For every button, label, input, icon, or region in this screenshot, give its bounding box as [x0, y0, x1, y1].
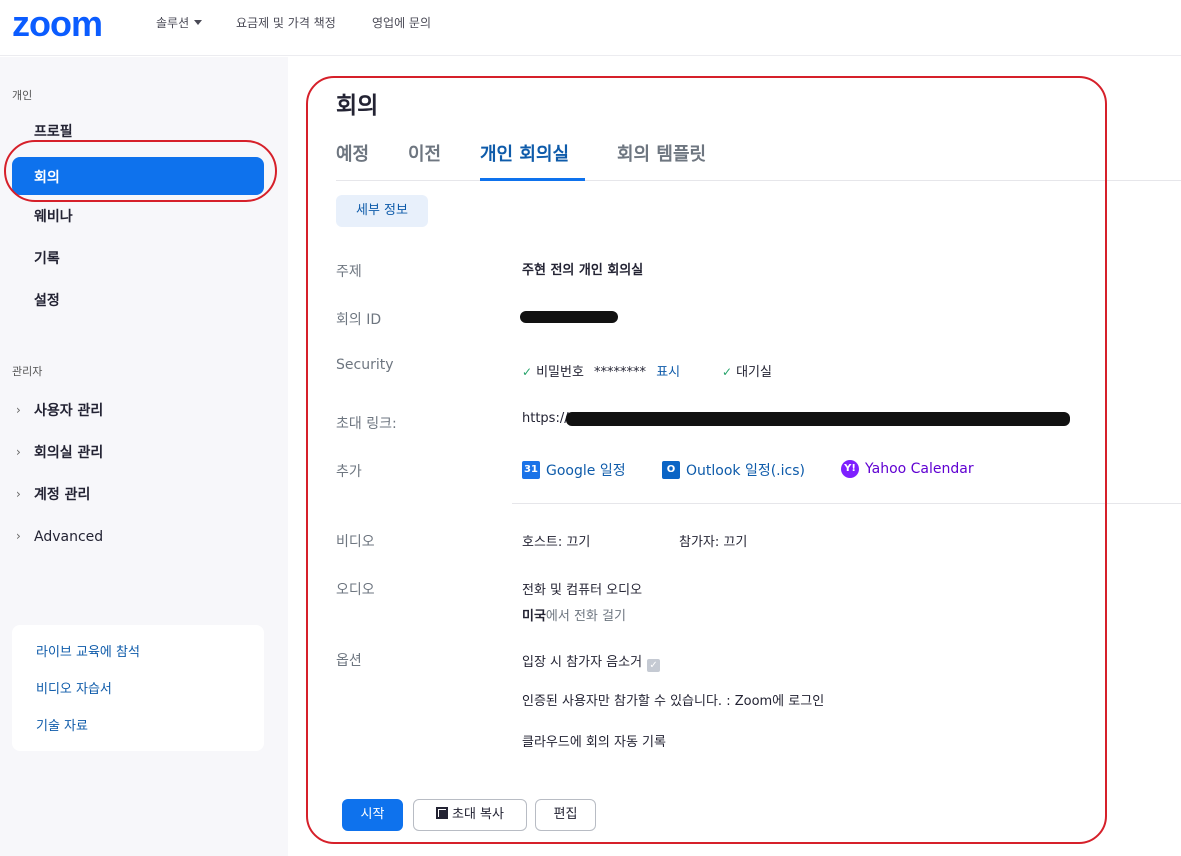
sidebar-item-room-management[interactable]: 회의실 관리 — [34, 444, 103, 462]
chevron-right-icon: › — [16, 445, 21, 459]
yahoo-icon: Y! — [841, 460, 859, 478]
audio-value: 전화 및 컴퓨터 오디오 — [522, 583, 643, 598]
dial-country: 미국 — [522, 609, 546, 624]
tab-divider — [336, 180, 1181, 181]
top-nav-bar: zoom 솔루션 요금제 및 가격 책정 영업에 문의 — [0, 0, 1181, 56]
copy-invitation-label: 초대 복사 — [452, 807, 504, 822]
sidebar-item-meetings[interactable]: 회의 — [12, 157, 264, 195]
sidebar-item-settings[interactable]: 설정 — [34, 292, 60, 310]
passcode-value: ******** — [594, 365, 647, 380]
option-mute-on-entry: 입장 시 참가자 음소거 ✓ — [522, 651, 661, 672]
tab-personal-room[interactable]: 개인 회의실 — [480, 144, 569, 166]
video-host-value: 호스트: 끄기 — [522, 535, 591, 550]
dial-from-text: 에서 전화 걸기 — [545, 609, 626, 624]
redacted-invite-link — [566, 412, 1070, 426]
link-video-tutorials[interactable]: 비디오 자습서 — [36, 678, 112, 697]
invite-link-value[interactable]: https:// — [522, 411, 569, 426]
chevron-right-icon: › — [16, 529, 21, 543]
add-calendar-label: 추가 — [336, 464, 362, 480]
outlook-icon: O — [662, 461, 680, 479]
option-mute-on-entry-label: 입장 시 참가자 음소거 — [522, 655, 643, 670]
option-authenticated-only: 인증된 사용자만 참가할 수 있습니다. : Zoom에 로그인 — [522, 694, 825, 709]
sidebar-item-account-management[interactable]: 계정 관리 — [34, 486, 90, 504]
passcode-row: ✓ 비밀번호 ******** 표시 — [522, 361, 680, 380]
help-resources-box: 라이브 교육에 참석 비디오 자습서 기술 자료 — [12, 625, 264, 751]
invite-link-label: 초대 링크: — [336, 416, 397, 432]
topic-label: 주제 — [336, 264, 362, 280]
link-knowledge-base[interactable]: 기술 자료 — [36, 715, 88, 734]
sidebar-item-user-management[interactable]: 사용자 관리 — [34, 402, 103, 420]
nav-contact-sales[interactable]: 영업에 문의 — [372, 15, 431, 31]
waiting-room-label: 대기실 — [736, 365, 772, 380]
tab-upcoming[interactable]: 예정 — [336, 144, 369, 166]
waiting-room-row: ✓ 대기실 — [722, 361, 772, 380]
chevron-right-icon: › — [16, 487, 21, 501]
nav-solutions[interactable]: 솔루션 — [156, 15, 203, 31]
show-passcode-link[interactable]: 표시 — [656, 365, 680, 380]
nav-solutions-label: 솔루션 — [156, 16, 190, 30]
google-calendar-label: Google 일정 — [546, 463, 626, 479]
checkmark-icon: ✓ — [722, 365, 733, 379]
sidebar-heading-admin: 관리자 — [12, 365, 43, 378]
redacted-meeting-id — [520, 311, 618, 323]
yahoo-calendar-label: Yahoo Calendar — [865, 461, 974, 477]
zoom-logo[interactable]: zoom — [12, 4, 103, 44]
sidebar-item-webinars[interactable]: 웨비나 — [34, 208, 73, 226]
google-calendar-icon: 31 — [522, 461, 540, 479]
sidebar-heading-personal: 개인 — [12, 89, 33, 102]
dial-from-row: 미국에서 전화 걸기 — [522, 605, 626, 624]
tab-previous[interactable]: 이전 — [408, 144, 441, 166]
outlook-calendar-label: Outlook 일정(.ics) — [686, 463, 805, 479]
meeting-id-label: 회의 ID — [336, 312, 382, 328]
yahoo-calendar-link[interactable]: Y! Yahoo Calendar — [841, 460, 974, 478]
topic-value: 주현 전의 개인 회의실 — [522, 263, 644, 278]
video-label: 비디오 — [336, 534, 375, 550]
copy-icon — [436, 807, 448, 819]
checkmark-icon: ✓ — [522, 365, 533, 379]
options-label: 옵션 — [336, 653, 362, 669]
link-live-training[interactable]: 라이브 교육에 참석 — [36, 641, 140, 660]
security-label: Security — [336, 357, 394, 373]
sidebar-item-meetings-label: 회의 — [34, 170, 60, 186]
active-tab-indicator — [480, 178, 585, 181]
tab-meeting-templates[interactable]: 회의 템플릿 — [617, 144, 706, 166]
section-divider — [512, 503, 1181, 504]
edit-button[interactable]: 편집 — [535, 799, 596, 831]
nav-pricing[interactable]: 요금제 및 가격 책정 — [236, 15, 336, 31]
sidebar-item-advanced[interactable]: Advanced — [34, 528, 103, 546]
sidebar-item-profile[interactable]: 프로필 — [34, 123, 73, 141]
passcode-label: 비밀번호 — [536, 365, 584, 380]
page-title: 회의 — [336, 93, 379, 119]
details-button[interactable]: 세부 정보 — [336, 195, 428, 227]
outlook-calendar-link[interactable]: O Outlook 일정(.ics) — [662, 460, 805, 480]
start-button[interactable]: 시작 — [342, 799, 403, 831]
chevron-right-icon: › — [16, 403, 21, 417]
info-icon[interactable]: ✓ — [647, 659, 661, 672]
video-participant-value: 참가자: 끄기 — [679, 535, 748, 550]
copy-invitation-button[interactable]: 초대 복사 — [413, 799, 527, 831]
option-auto-cloud-record: 클라우드에 회의 자동 기록 — [522, 735, 666, 750]
audio-label: 오디오 — [336, 582, 375, 598]
sidebar-item-recordings[interactable]: 기록 — [34, 250, 60, 268]
sidebar: 개인 프로필 회의 웨비나 기록 설정 관리자 › 사용자 관리 › 회의실 관… — [0, 57, 288, 856]
caret-down-icon — [194, 20, 203, 25]
google-calendar-link[interactable]: 31 Google 일정 — [522, 460, 626, 480]
